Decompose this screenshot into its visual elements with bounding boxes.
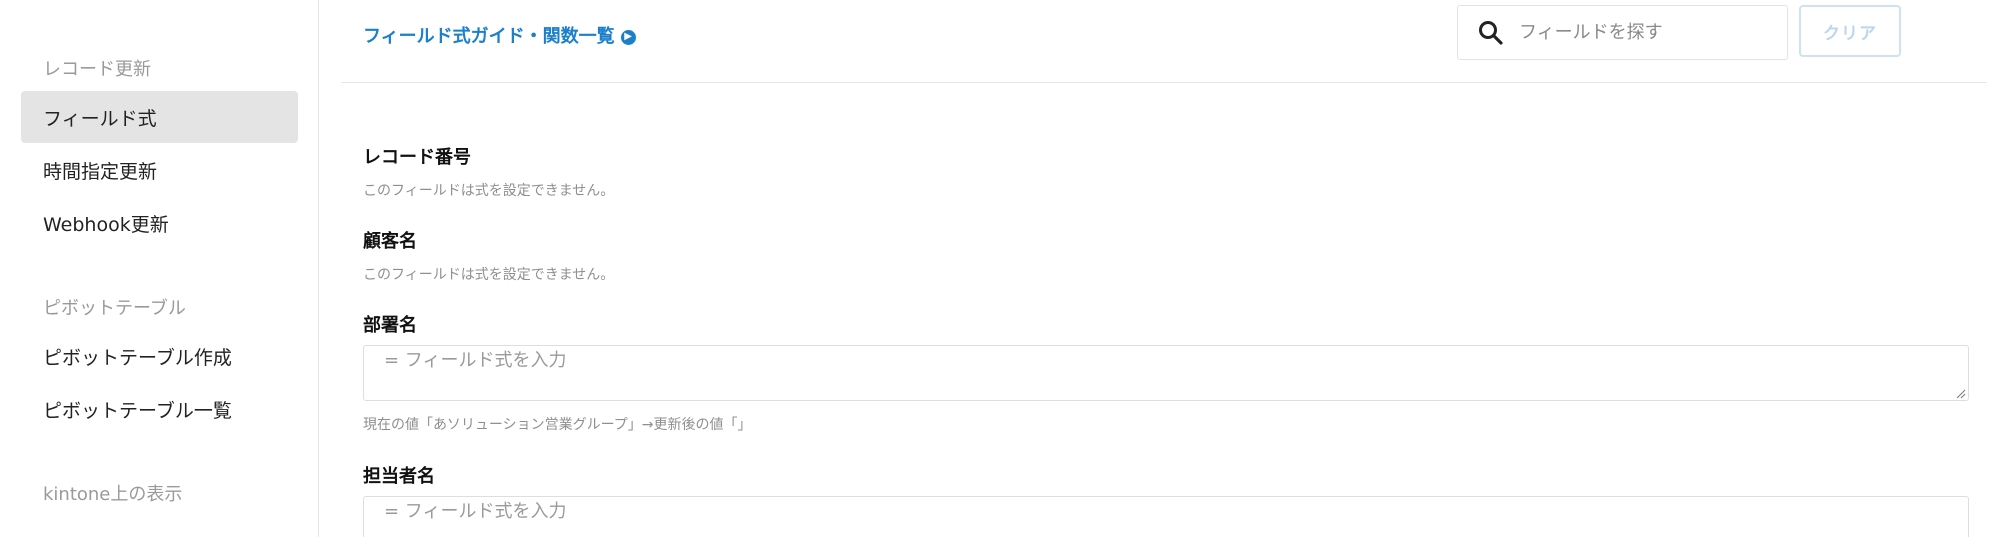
arrow-right-circle-icon: ▶ <box>620 29 636 45</box>
field-search-input[interactable] <box>1519 22 1769 43</box>
sidebar: レコード更新 フィールド式 時間指定更新 Webhook更新 ピボットテーブル … <box>0 0 319 537</box>
topbar: フィールド式ガイド・関数一覧 ▶ クリア <box>341 0 1987 83</box>
clear-button[interactable]: クリア <box>1799 5 1901 57</box>
sidebar-heading-pivot-table: ピボットテーブル <box>43 298 186 319</box>
formula-input-department[interactable] <box>363 345 1969 401</box>
sidebar-heading-record-update: レコード更新 <box>43 59 151 80</box>
page: レコード更新 フィールド式 時間指定更新 Webhook更新 ピボットテーブル … <box>0 0 1999 537</box>
field-label-record-number: レコード番号 <box>363 147 471 168</box>
resize-handle-icon[interactable] <box>1956 389 1966 399</box>
field-label-customer-name: 顧客名 <box>363 231 417 252</box>
formula-input-assignee[interactable] <box>363 496 1969 537</box>
formula-guide-link-label: フィールド式ガイド・関数一覧 <box>363 26 615 47</box>
field-label-department: 部署名 <box>363 315 417 336</box>
search-icon <box>1479 20 1503 45</box>
sidebar-item-pivot-list[interactable]: ピボットテーブル一覧 <box>21 383 298 435</box>
field-search-box[interactable] <box>1457 5 1788 60</box>
field-current-value-department: 現在の値「あソリューション営業グループ」→更新後の値「」 <box>363 417 752 433</box>
sidebar-item-pivot-create[interactable]: ピボットテーブル作成 <box>21 330 298 382</box>
sidebar-heading-kintone-display: kintone上の表示 <box>43 484 183 505</box>
field-note-record-number: このフィールドは式を設定できません。 <box>363 183 615 199</box>
sidebar-item-field-formula[interactable]: フィールド式 <box>21 91 298 143</box>
formula-guide-link[interactable]: フィールド式ガイド・関数一覧 ▶ <box>363 22 636 48</box>
sidebar-item-scheduled-update[interactable]: 時間指定更新 <box>21 144 298 196</box>
sidebar-item-webhook-update[interactable]: Webhook更新 <box>21 197 298 249</box>
field-note-customer-name: このフィールドは式を設定できません。 <box>363 267 615 283</box>
field-label-assignee: 担当者名 <box>363 466 435 487</box>
